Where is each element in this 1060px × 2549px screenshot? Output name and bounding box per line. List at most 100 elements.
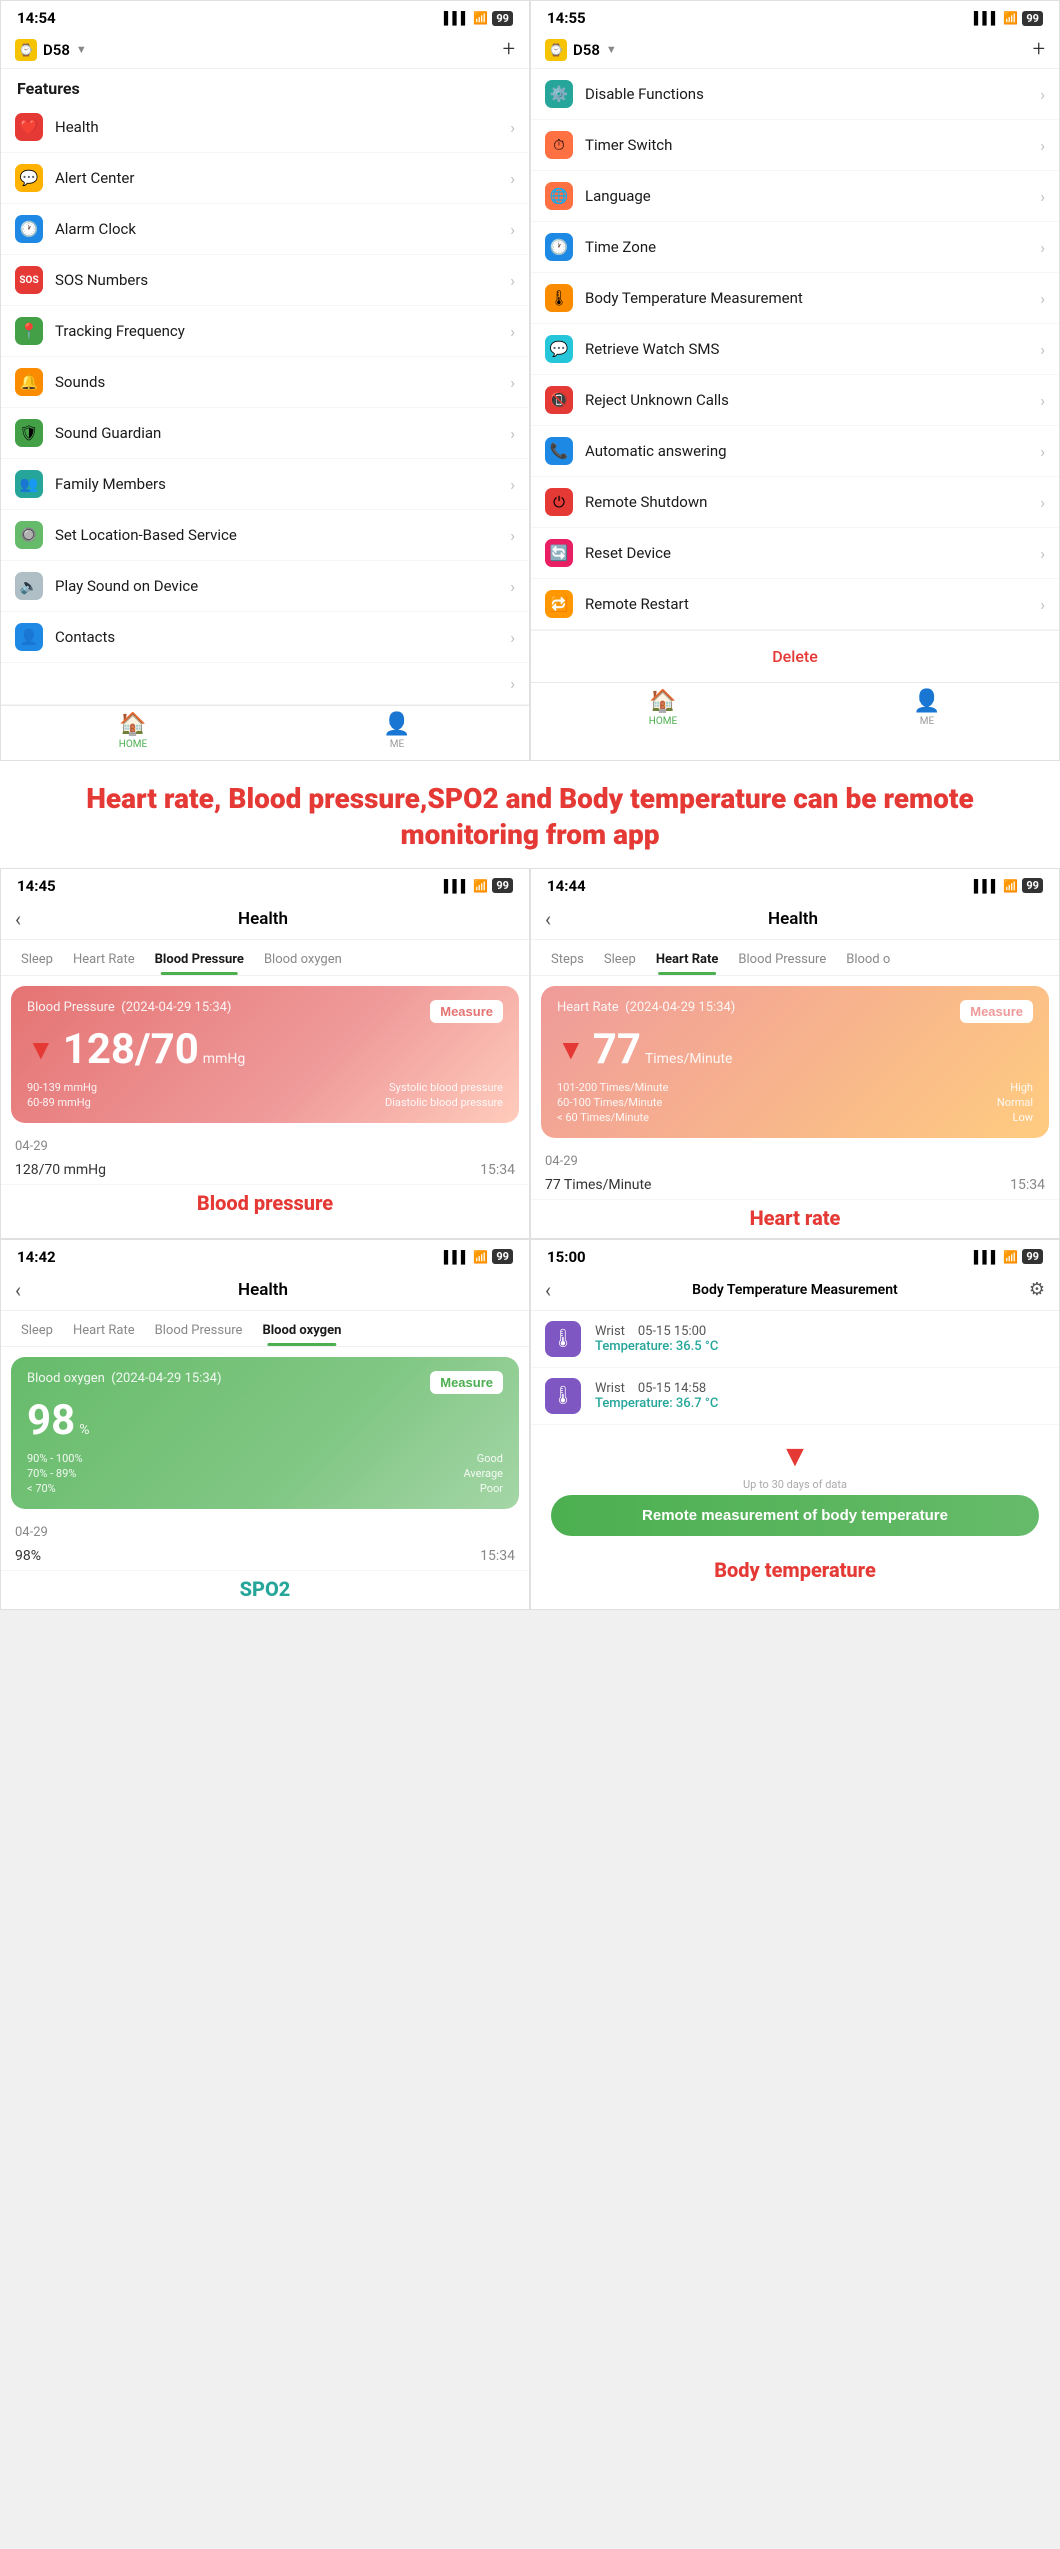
- nav-me-1[interactable]: 👤 ME: [265, 712, 529, 750]
- body-temp-icon: 🌡: [545, 284, 573, 312]
- history-date-bo: 04-29: [1, 1519, 529, 1542]
- history-value-bo: 98%: [15, 1548, 41, 1564]
- tab-heart-rate-bp[interactable]: Heart Rate: [63, 946, 145, 975]
- contacts-label: Contacts: [55, 628, 510, 646]
- menu-item-auto-answer[interactable]: 📞 Automatic answering ›: [531, 426, 1059, 477]
- play-sound-icon: 🔊: [15, 572, 43, 600]
- add-device-button[interactable]: +: [503, 37, 515, 62]
- menu-item-sos-numbers[interactable]: SOS SOS Numbers ›: [1, 255, 529, 306]
- back-button-bo[interactable]: ‹: [15, 1278, 21, 1302]
- menu-item-location-service[interactable]: 🔘 Set Location-Based Service ›: [1, 510, 529, 561]
- menu-item-more[interactable]: ›: [1, 663, 529, 705]
- chevron-right-icon: ›: [510, 118, 515, 137]
- menu-item-retrieve-sms[interactable]: 💬 Retrieve Watch SMS ›: [531, 324, 1059, 375]
- back-button-bt[interactable]: ‹: [545, 1278, 551, 1302]
- health-row-2: 14:42 ▌▌▌ 📶 99 ‹ Health Sleep Heart Rate…: [0, 1239, 1060, 1610]
- menu-item-language[interactable]: 🌐 Language ›: [531, 171, 1059, 222]
- category-label-hr: Heart rate: [531, 1200, 1059, 1238]
- remote-measurement-button[interactable]: Remote measurement of body temperature: [551, 1495, 1039, 1536]
- menu-item-time-zone[interactable]: 🕐 Time Zone ›: [531, 222, 1059, 273]
- card-ranges-bo: 90% - 100% 70% - 89% < 70% Good Average …: [27, 1452, 503, 1495]
- signal-icon-hp4: ▌▌▌: [974, 1250, 1000, 1264]
- menu-item-contacts[interactable]: 👤 Contacts ›: [1, 612, 529, 663]
- category-label-bt: Body temperature: [531, 1552, 1059, 1590]
- temp-icon-1: 🌡: [545, 1321, 581, 1357]
- tab-sleep-hr[interactable]: Sleep: [594, 946, 646, 975]
- time-hp2: 14:44: [547, 877, 586, 895]
- menu-item-sounds[interactable]: 🔔 Sounds ›: [1, 357, 529, 408]
- time-2: 14:55: [547, 9, 586, 27]
- time-zone-label: Time Zone: [585, 238, 1040, 256]
- temp-details-1: Wrist 05-15 15:00 Temperature: 36.5 °C: [595, 1324, 1045, 1354]
- tab-blood-oxygen-bp[interactable]: Blood oxygen: [254, 946, 352, 975]
- menu-item-disable-functions[interactable]: ⚙️ Disable Functions ›: [531, 69, 1059, 120]
- wifi-icon-hp4: 📶: [1003, 1250, 1018, 1264]
- menu-item-remote-restart[interactable]: 🔁 Remote Restart ›: [531, 579, 1059, 630]
- gear-icon-bt[interactable]: ⚙: [1029, 1279, 1045, 1300]
- chevron-down-icon-1: ▼: [76, 43, 87, 56]
- time-hp1: 14:45: [17, 877, 56, 895]
- device-icon-1: ⌚: [15, 39, 37, 61]
- measure-button-bo[interactable]: Measure: [430, 1371, 503, 1394]
- menu-item-alarm-clock[interactable]: 🕐 Alarm Clock ›: [1, 204, 529, 255]
- menu-item-alert-center[interactable]: 💬 Alert Center ›: [1, 153, 529, 204]
- tab-bo-hr[interactable]: Blood o: [836, 946, 900, 975]
- add-button-2[interactable]: +: [1033, 37, 1045, 62]
- chevron-right-icon: ›: [1040, 340, 1045, 359]
- tab-sleep-bp[interactable]: Sleep: [11, 946, 63, 975]
- signal-icon-hp2: ▌▌▌: [974, 879, 1000, 893]
- temp-icon-2: 🌡: [545, 1378, 581, 1414]
- phone-features: 14:54 ▌▌▌ 📶 99 ⌚ D58 ▼ + Features ❤️ Hea…: [0, 0, 530, 761]
- temp-value-1: Temperature: 36.5 °C: [595, 1339, 1045, 1354]
- remote-shutdown-icon: ⏻: [545, 488, 573, 516]
- health-tabs-bp: Sleep Heart Rate Blood Pressure Blood ox…: [1, 940, 529, 976]
- menu-item-timer-switch[interactable]: ⏱ Timer Switch ›: [531, 120, 1059, 171]
- sound-guardian-label: Sound Guardian: [55, 424, 510, 442]
- tab-steps-hr[interactable]: Steps: [541, 946, 594, 975]
- tab-sleep-bo[interactable]: Sleep: [11, 1317, 63, 1346]
- nav-home-2[interactable]: 🏠 HOME: [531, 689, 795, 727]
- tab-blood-oxygen-bo[interactable]: Blood oxygen: [252, 1317, 351, 1346]
- tab-hr-bo[interactable]: Heart Rate: [63, 1317, 145, 1346]
- measure-button-bp[interactable]: Measure: [430, 1000, 503, 1023]
- menu-item-tracking[interactable]: 📍 Tracking Frequency ›: [1, 306, 529, 357]
- menu-item-family-members[interactable]: 👥 Family Members ›: [1, 459, 529, 510]
- card-date-bp: (2024-04-29 15:34): [121, 1000, 231, 1015]
- status-icons-2: ▌▌▌ 📶 99: [974, 11, 1043, 26]
- delete-button[interactable]: Delete: [531, 630, 1059, 682]
- category-label-bo: SPO2: [1, 1571, 529, 1609]
- menu-item-reject-calls[interactable]: 📵 Reject Unknown Calls ›: [531, 375, 1059, 426]
- device-header-1: ⌚ D58 ▼ +: [1, 31, 529, 69]
- menu-item-body-temp[interactable]: 🌡 Body Temperature Measurement ›: [531, 273, 1059, 324]
- menu-item-play-sound[interactable]: 🔊 Play Sound on Device ›: [1, 561, 529, 612]
- hr-label-3: Low: [997, 1111, 1033, 1124]
- auto-answer-icon: 📞: [545, 437, 573, 465]
- nav-home-1[interactable]: 🏠 HOME: [1, 712, 265, 750]
- menu-item-remote-shutdown[interactable]: ⏻ Remote Shutdown ›: [531, 477, 1059, 528]
- health-icon: ❤️: [15, 113, 43, 141]
- history-entry-bp: 128/70 mmHg 15:34: [1, 1156, 529, 1185]
- features-header: Features: [1, 69, 529, 102]
- chevron-right-icon: ›: [1040, 238, 1045, 257]
- hr-unit: Times/Minute: [645, 1051, 733, 1067]
- home-label-2: HOME: [649, 716, 677, 727]
- body-temp-label: Body Temperature Measurement: [585, 289, 1040, 307]
- tab-bp-hr[interactable]: Blood Pressure: [728, 946, 836, 975]
- card-title-hr: Heart Rate (2024-04-29 15:34): [557, 1000, 735, 1015]
- status-bar-2: 14:55 ▌▌▌ 📶 99: [531, 1, 1059, 31]
- measure-button-hr[interactable]: Measure: [960, 1000, 1033, 1023]
- battery-1: 99: [492, 11, 513, 26]
- nav-me-2[interactable]: 👤 ME: [795, 689, 1059, 727]
- health-card-hr: Heart Rate (2024-04-29 15:34) Measure ▼ …: [541, 986, 1049, 1138]
- health-title-bt: Body Temperature Measurement: [561, 1282, 1029, 1298]
- tab-heart-rate-hr[interactable]: Heart Rate: [646, 946, 729, 975]
- menu-item-reset-device[interactable]: 🔄 Reset Device ›: [531, 528, 1059, 579]
- tab-bp-bo[interactable]: Blood Pressure: [145, 1317, 253, 1346]
- menu-item-sound-guardian[interactable]: 🛡 Sound Guardian ›: [1, 408, 529, 459]
- battery-hp4: 99: [1022, 1249, 1043, 1264]
- back-button-bp[interactable]: ‹: [15, 907, 21, 931]
- back-button-hr[interactable]: ‹: [545, 907, 551, 931]
- menu-item-health[interactable]: ❤️ Health ›: [1, 102, 529, 153]
- tab-blood-pressure-bp[interactable]: Blood Pressure: [145, 946, 254, 975]
- hr-value: 77: [593, 1029, 641, 1071]
